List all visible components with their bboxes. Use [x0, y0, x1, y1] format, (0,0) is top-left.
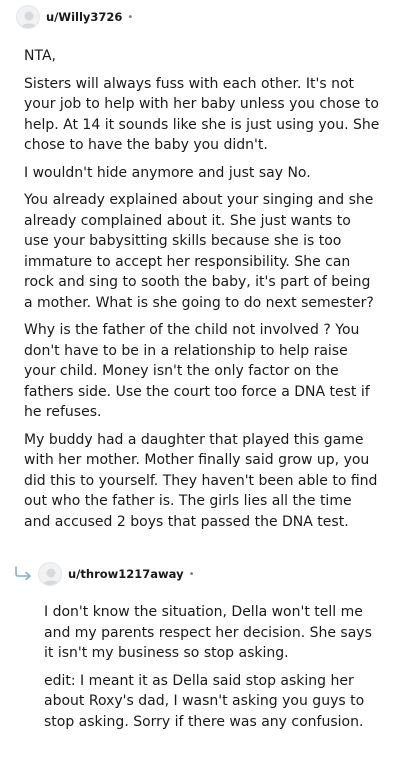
comment-2-paragraph: edit: I meant it as Della said stop aski…	[44, 672, 365, 730]
comment-1-paragraph: I wouldn't hide anymore and just say No.	[24, 164, 311, 181]
comment-1-paragraph: You already explained about your singing…	[24, 192, 374, 311]
reply-arrow-icon	[15, 566, 31, 580]
comment-2-username[interactable]: u/throw1217away	[68, 567, 184, 581]
comment-1-paragraph: Why is the father of the child not invol…	[24, 322, 370, 420]
comment-1-separator: •	[127, 11, 134, 23]
comment-2-separator: •	[188, 568, 195, 580]
comment-2-paragraph: I don't know the situation, Della won't …	[44, 604, 372, 661]
comment-2-body: I don't know the situation, Della won't …	[44, 602, 380, 739]
comment-1-paragraph: NTA,	[24, 48, 56, 64]
comment-2-header: u/throw1217away •	[38, 562, 194, 586]
avatar-icon[interactable]	[38, 562, 62, 586]
comment-1-body: NTA, Sisters will always fuss with each …	[24, 46, 380, 539]
comment-1-paragraph: My buddy had a daughter that played this…	[24, 431, 378, 530]
comment-1-header: u/Willy3726 •	[16, 5, 133, 29]
comment-1-username[interactable]: u/Willy3726	[46, 10, 122, 24]
avatar-icon[interactable]	[16, 5, 40, 29]
comment-1-paragraph: Sisters will always fuss with each other…	[24, 75, 380, 154]
